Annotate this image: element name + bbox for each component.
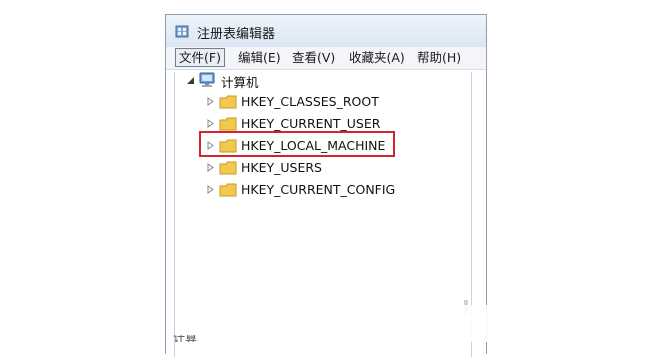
menu-bar: 文件(F) 编辑(E) 查看(V) 收藏夹(A) 帮助(H) [166, 47, 486, 70]
tree-item-label: HKEY_CURRENT_USER [241, 116, 381, 131]
tree-root-label: 计算机 [221, 75, 259, 90]
tree-root-computer[interactable]: 计算机 [183, 70, 303, 90]
folder-icon [219, 117, 237, 131]
tree-item-hkey-users[interactable]: HKEY_USERS [205, 158, 405, 178]
menu-edit[interactable]: 编辑(E) [235, 49, 284, 66]
highlight-box [199, 131, 395, 157]
watermark-fade [355, 305, 505, 342]
computer-icon [199, 72, 215, 87]
folder-icon [219, 161, 237, 175]
folder-icon [219, 95, 237, 109]
status-text: 计算 [173, 335, 198, 342]
menu-favorites[interactable]: 收藏夹(A) [346, 49, 408, 66]
tree-item-label: HKEY_CURRENT_CONFIG [241, 182, 396, 197]
tree-item-label: HKEY_CLASSES_ROOT [241, 94, 379, 109]
expand-arrow-icon[interactable] [206, 185, 215, 194]
expand-arrow-icon[interactable] [206, 119, 215, 128]
registry-editor-app-icon [175, 25, 189, 38]
menu-view[interactable]: 查看(V) [289, 49, 338, 66]
expand-arrow-icon[interactable] [206, 163, 215, 172]
window-title: 注册表编辑器 [197, 27, 276, 42]
title-bar[interactable]: 注册表编辑器 [166, 15, 486, 47]
folder-icon [219, 183, 237, 197]
collapse-arrow-icon[interactable] [186, 76, 195, 85]
menu-help[interactable]: 帮助(H) [414, 49, 464, 66]
tree-item-label: HKEY_USERS [241, 160, 322, 175]
tree-item-hkey-classes-root[interactable]: HKEY_CLASSES_ROOT [205, 92, 405, 112]
menu-file[interactable]: 文件(F) [175, 48, 225, 67]
expand-arrow-icon[interactable] [206, 97, 215, 106]
tree-item-hkey-current-config[interactable]: HKEY_CURRENT_CONFIG [205, 180, 415, 200]
status-bar: 计算 [173, 335, 223, 342]
